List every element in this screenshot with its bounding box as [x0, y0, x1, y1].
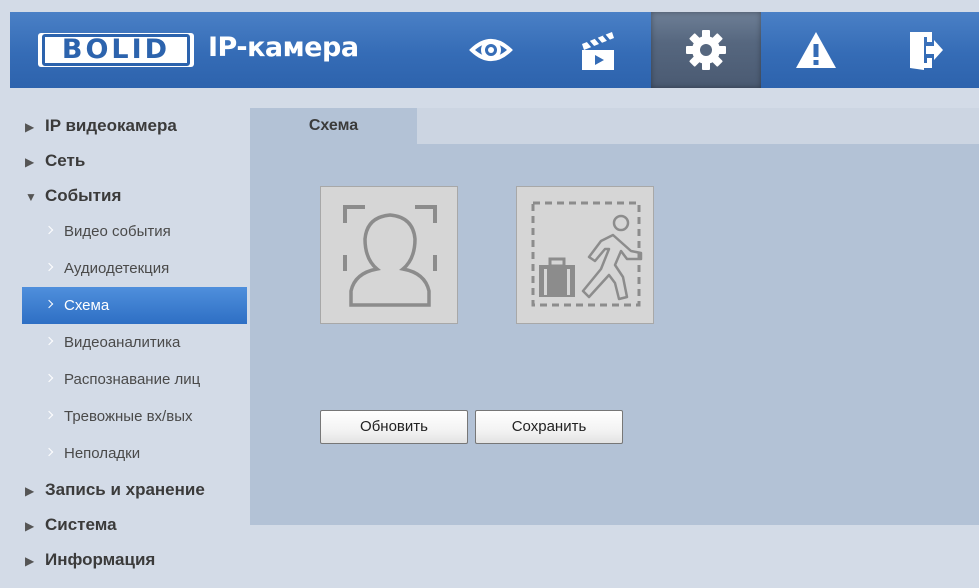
- expand-arrow-icon: ▶: [25, 155, 35, 169]
- abandoned-object-icon: [531, 201, 643, 307]
- scheme-tile-face-detection[interactable]: [320, 186, 458, 324]
- sidebar-menu: ▶ IP видеокамера ▶ Сеть ▼ События Видео соб…: [10, 108, 247, 577]
- sidebar-category-label: Запись и хранение: [45, 480, 205, 499]
- nav-logout-button[interactable]: [869, 12, 979, 88]
- eye-icon: [469, 39, 513, 61]
- sidebar-item-scheme[interactable]: Схема: [22, 287, 247, 324]
- chevron-right-icon: [44, 299, 54, 309]
- scheme-tile-abandoned-object[interactable]: [516, 186, 654, 324]
- sidebar-category-label: События: [45, 186, 122, 205]
- sidebar-item-face-recognition[interactable]: Распознавание лиц: [10, 361, 247, 398]
- sidebar-item-label: Неполадки: [64, 445, 141, 462]
- sidebar-item-label: Аудиодетекция: [64, 260, 170, 277]
- sidebar-category-storage[interactable]: ▶ Запись и хранение: [10, 472, 247, 507]
- top-bar: BOLID IP-камера: [10, 12, 979, 88]
- sidebar-item-label: Распознавание лиц: [64, 371, 201, 388]
- tab-strip: Схема: [250, 108, 979, 144]
- nav-playback-button[interactable]: [543, 12, 653, 88]
- sidebar-item-audio-detection[interactable]: Аудиодетекция: [10, 250, 247, 287]
- sidebar-category-ip-camera[interactable]: ▶ IP видеокамера: [10, 108, 247, 143]
- tab-scheme[interactable]: Схема: [250, 108, 417, 144]
- face-detection-icon: [343, 205, 437, 307]
- warning-icon: [796, 32, 836, 68]
- chevron-right-icon: [44, 262, 54, 272]
- refresh-button[interactable]: Обновить: [320, 410, 468, 444]
- sidebar-category-label: Информация: [45, 550, 156, 569]
- sidebar-item-label: Тревожные вх/вых: [64, 408, 193, 425]
- collapse-arrow-icon: ▼: [25, 190, 37, 204]
- chevron-right-icon: [44, 373, 54, 383]
- save-button[interactable]: Сохранить: [475, 410, 623, 444]
- brand-logo-text: BOLID: [42, 34, 190, 66]
- sidebar-item-video-analytics[interactable]: Видеоаналитика: [10, 324, 247, 361]
- sidebar-item-faults[interactable]: Неполадки: [10, 435, 247, 472]
- sidebar-category-events[interactable]: ▼ События: [10, 178, 247, 213]
- sidebar-category-label: IP видеокамера: [45, 116, 177, 135]
- nav-settings-button[interactable]: [651, 12, 761, 88]
- sidebar-item-alarm-io[interactable]: Тревожные вх/вых: [10, 398, 247, 435]
- nav-live-button[interactable]: [436, 12, 546, 88]
- gear-icon: [686, 30, 726, 70]
- sidebar-item-label: Видео события: [64, 223, 171, 240]
- nav-alarm-button[interactable]: [761, 12, 871, 88]
- clapperboard-icon: [582, 32, 614, 70]
- sidebar-item-label: Схема: [64, 297, 110, 314]
- chevron-right-icon: [44, 410, 54, 420]
- chevron-right-icon: [44, 225, 54, 235]
- sidebar-category-label: Система: [45, 515, 117, 534]
- chevron-right-icon: [44, 336, 54, 346]
- sidebar-item-video-events[interactable]: Видео события: [10, 213, 247, 250]
- sidebar-category-info[interactable]: ▶ Информация: [10, 542, 247, 577]
- app-title: IP-камера: [208, 32, 359, 63]
- expand-arrow-icon: ▶: [25, 484, 35, 498]
- logout-icon: [910, 32, 943, 70]
- sidebar-item-label: Видеоаналитика: [64, 334, 181, 351]
- sidebar-category-system[interactable]: ▶ Система: [10, 507, 247, 542]
- sidebar-category-label: Сеть: [45, 151, 86, 170]
- content-panel: Схема Обновить Сохранить: [250, 108, 979, 525]
- sidebar-category-network[interactable]: ▶ Сеть: [10, 143, 247, 178]
- brand-logo: BOLID: [38, 33, 194, 67]
- chevron-right-icon: [44, 447, 54, 457]
- expand-arrow-icon: ▶: [25, 554, 35, 568]
- expand-arrow-icon: ▶: [25, 519, 35, 533]
- expand-arrow-icon: ▶: [25, 120, 35, 134]
